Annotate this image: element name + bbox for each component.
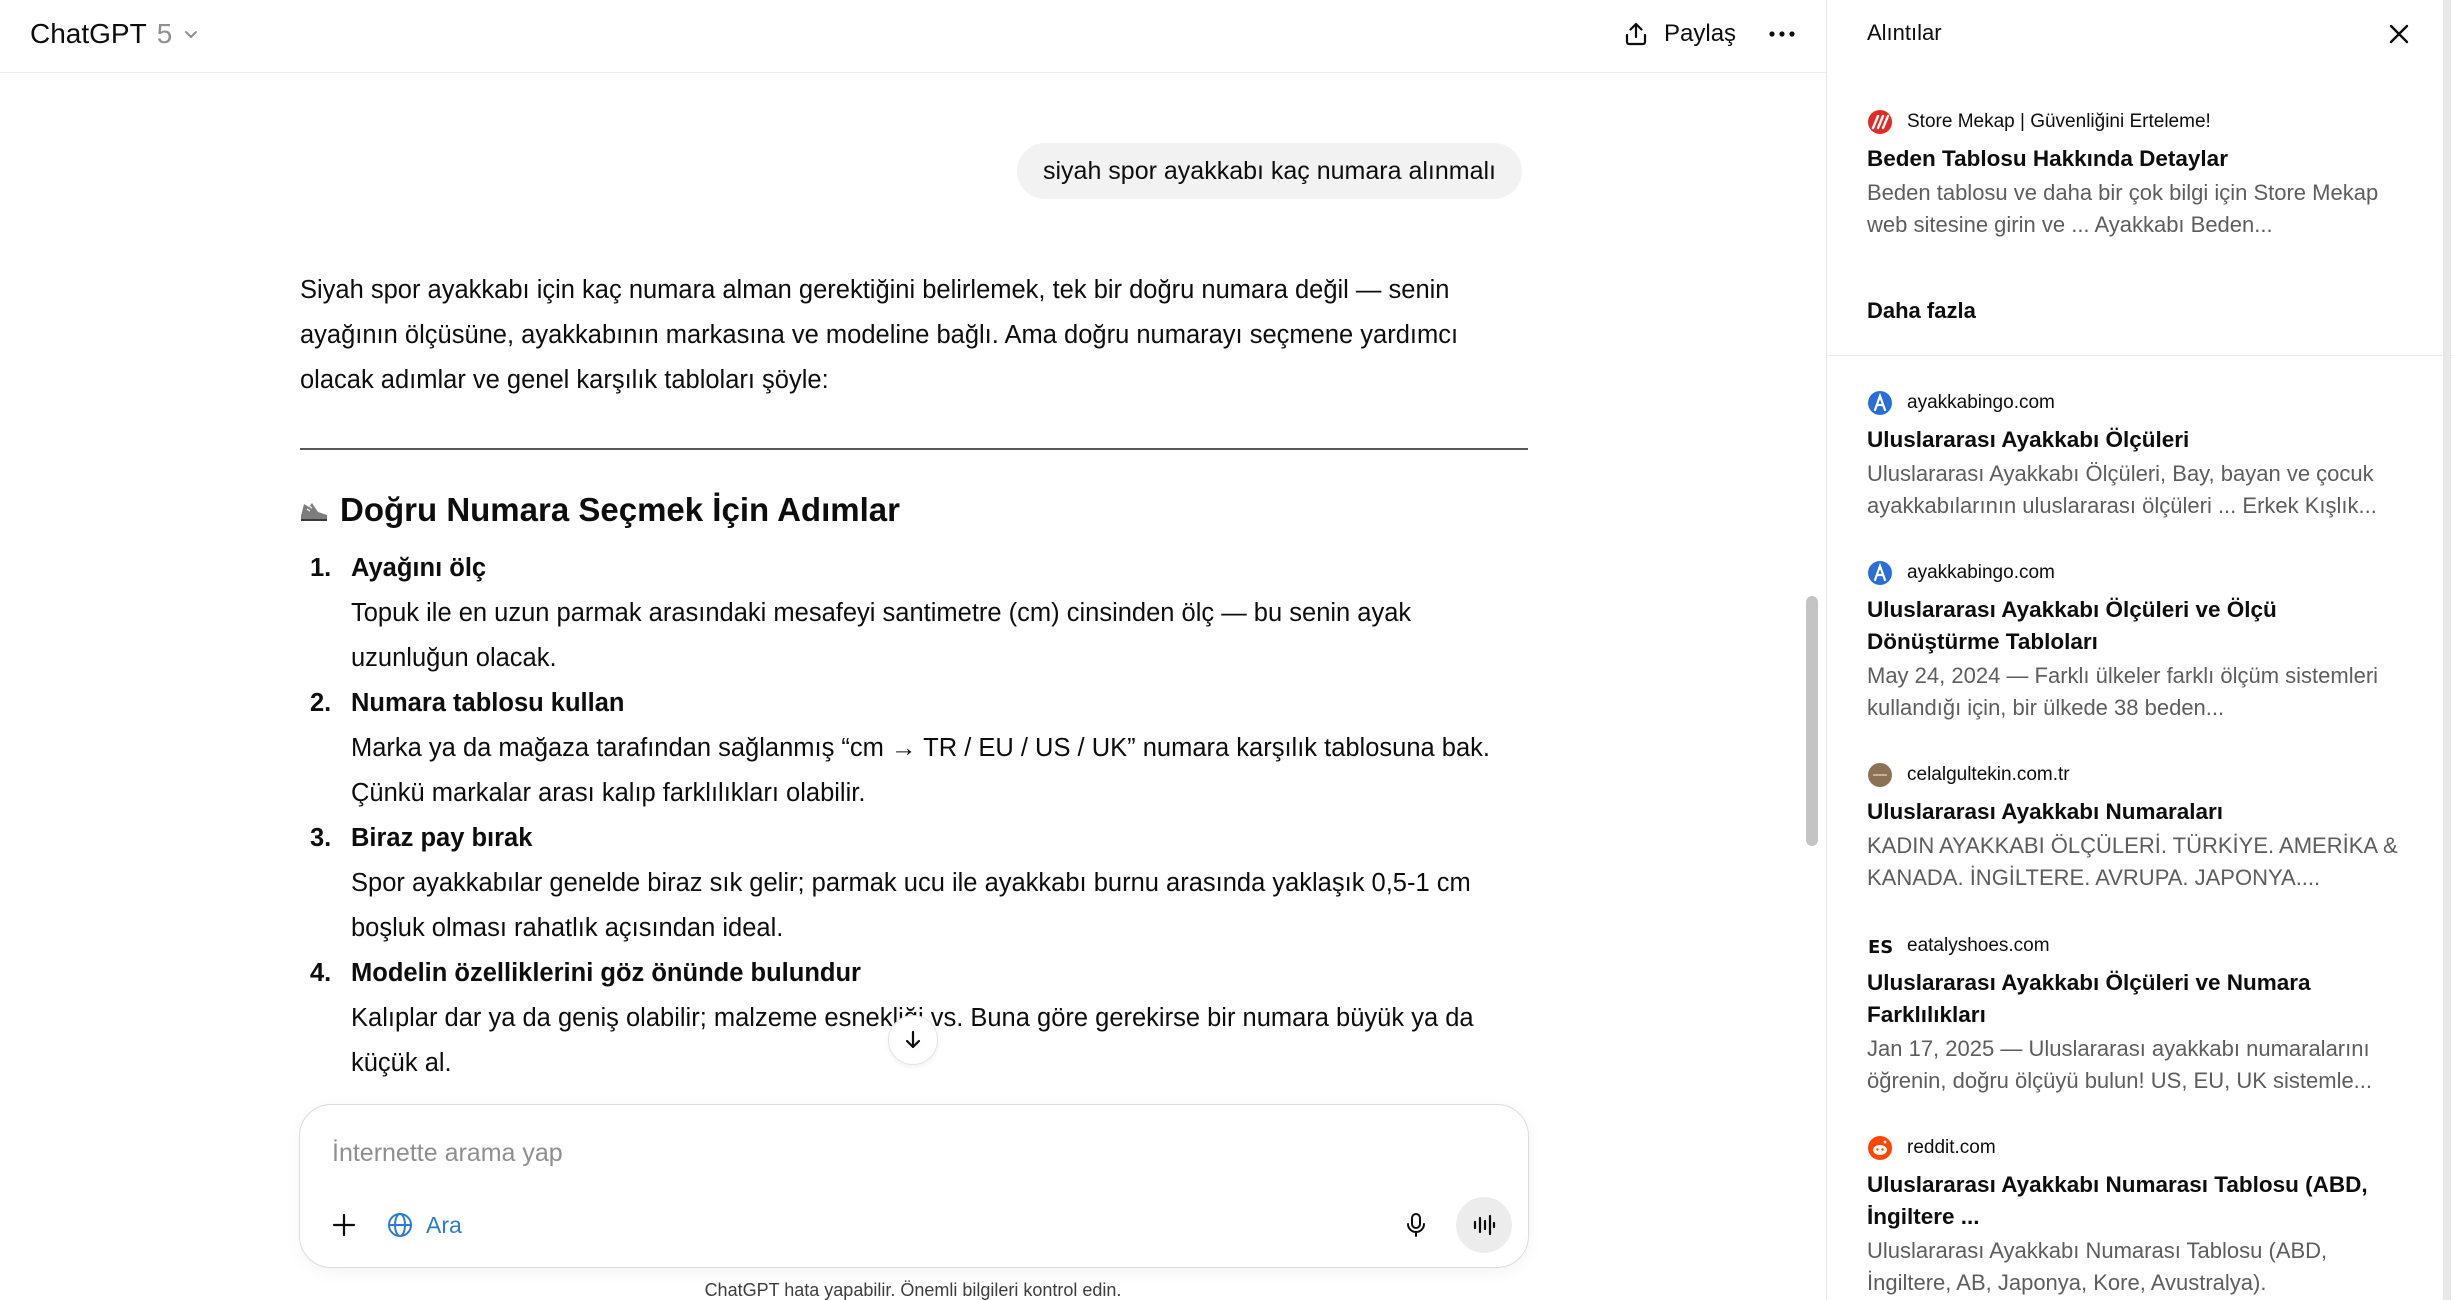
- scroll-to-bottom-button[interactable]: [888, 1015, 938, 1065]
- storemekap-favicon-icon: [1867, 109, 1893, 135]
- citation-title: Uluslararası Ayakkabı Numarası Tablosu (…: [1867, 1172, 2368, 1229]
- citation-card[interactable]: Store Mekap | Güvenliğini Erteleme! Bede…: [1867, 107, 2407, 241]
- citation-card[interactable]: celalgultekin.com.tr Uluslararası Ayakka…: [1867, 760, 2407, 894]
- step-number: 1.: [310, 554, 332, 582]
- citation-title: Uluslararası Ayakkabı Ölçüleri ve Ölçü D…: [1867, 597, 2277, 654]
- chevron-down-icon: [185, 31, 198, 38]
- disclaimer: ChatGPT hata yapabilir. Önemli bilgileri…: [704, 1280, 1122, 1300]
- svg-text:ES: ES: [1868, 937, 1893, 958]
- eatalyshoes-favicon-icon: ES: [1867, 933, 1893, 959]
- arrow-down-icon: [905, 1030, 921, 1049]
- share-icon: [1625, 22, 1647, 46]
- close-icon: [2389, 24, 2409, 44]
- step-text: Spor ayakkabılar genelde biraz sık gelir…: [351, 869, 1471, 942]
- share-button[interactable]: Paylaş: [1622, 14, 1736, 54]
- section-title: Doğru Numara Seçmek İçin Adımlar: [340, 491, 900, 528]
- citation-snippet: KADIN AYAKKABI ÖLÇÜLERİ. TÜRKİYE. AMERİK…: [1867, 833, 2398, 890]
- celalgultekin-favicon-icon: [1867, 762, 1893, 788]
- model-version: 5: [156, 18, 173, 49]
- voice-waveform-icon: [1473, 1214, 1496, 1236]
- step-title: Ayağını ölç: [351, 554, 487, 582]
- citation-source: ayakkabingo.com: [1907, 562, 2055, 583]
- voice-mode-button[interactable]: [1456, 1197, 1512, 1253]
- scrollbar[interactable]: [2443, 0, 2451, 1300]
- list-item: 2. Numara tablosu kullan Marka ya da mağ…: [300, 681, 1528, 816]
- citation-card[interactable]: ES eatalyshoes.com Uluslararası Ayakkabı…: [1867, 931, 2407, 1097]
- citation-title: Uluslararası Ayakkabı Ölçüleri ve Numara…: [1867, 970, 2311, 1027]
- share-label: Paylaş: [1664, 20, 1737, 47]
- citation-card[interactable]: ayakkabingo.com Uluslararası Ayakkabı Öl…: [1867, 558, 2407, 724]
- assistant-answer-intro: Siyah spor ayakkabı için kaç numara alma…: [300, 276, 1459, 394]
- close-panel-button[interactable]: [2379, 14, 2419, 54]
- citation-snippet: May 24, 2024 — Farklı ülkeler farklı ölç…: [1867, 663, 2379, 720]
- list-item: 3. Biraz pay bırak Spor ayakkabılar gene…: [300, 816, 1528, 951]
- add-attachment-button[interactable]: [322, 1203, 366, 1247]
- panel-title: Alıntılar: [1867, 20, 1942, 45]
- globe-icon: [388, 1213, 412, 1237]
- user-message: siyah spor ayakkabı kaç numara alınmalı: [1017, 143, 1522, 199]
- citation-snippet: Uluslararası Ayakkabı Ölçüleri, Bay, bay…: [1867, 461, 2377, 518]
- citation-title: Uluslararası Ayakkabı Numaraları: [1867, 799, 2224, 824]
- step-number: 3.: [310, 824, 332, 852]
- top-bar: ChatGPT 5 Paylaş: [0, 0, 1826, 73]
- ayakkabingo-favicon-icon: [1867, 390, 1893, 416]
- steps-list: 1. Ayağını ölç Topuk ile en uzun parmak …: [300, 546, 1528, 1086]
- citation-card[interactable]: ayakkabingo.com Uluslararası Ayakkabı Öl…: [1867, 388, 2407, 522]
- section-heading: Doğru Numara Seçmek İçin Adımlar: [298, 491, 900, 529]
- citation-title: Beden Tablosu Hakkında Detaylar: [1867, 146, 2228, 171]
- model-switcher[interactable]: ChatGPT 5: [30, 14, 200, 54]
- citation-source: celalgultekin.com.tr: [1907, 764, 2070, 785]
- citation-source: ayakkabingo.com: [1907, 392, 2055, 413]
- step-number: 4.: [310, 959, 332, 987]
- reddit-favicon-icon: [1867, 1135, 1893, 1161]
- dictate-button[interactable]: [1394, 1203, 1438, 1247]
- ayakkabingo-favicon-icon: [1867, 560, 1893, 586]
- step-text: Kalıplar dar ya da geniş olabilir; malze…: [351, 1004, 1474, 1077]
- scrollbar-thumb[interactable]: [1806, 596, 1818, 846]
- shoe-icon: [298, 494, 330, 526]
- citation-card[interactable]: reddit.com Uluslararası Ayakkabı Numaras…: [1867, 1133, 2407, 1299]
- step-number: 2.: [310, 689, 332, 717]
- more-options-button[interactable]: [1762, 14, 1802, 54]
- step-title: Biraz pay bırak: [351, 824, 533, 852]
- model-name: ChatGPT: [30, 18, 147, 49]
- citations-panel: Alıntılar Store Mekap | Güvenliğini Erte…: [1826, 0, 2454, 1300]
- more-heading: Daha fazla: [1867, 298, 1976, 323]
- step-text: Marka ya da mağaza tarafından sağlanmış …: [351, 734, 1490, 807]
- citation-snippet: Jan 17, 2025 — Uluslararası ayakkabı num…: [1867, 1036, 2373, 1093]
- citation-source: reddit.com: [1907, 1137, 1996, 1158]
- search-label: Ara: [426, 1211, 462, 1238]
- citation-title: Uluslararası Ayakkabı Ölçüleri: [1867, 427, 2190, 452]
- citation-source: eatalyshoes.com: [1907, 935, 2050, 956]
- step-title: Numara tablosu kullan: [351, 689, 625, 717]
- divider: [1827, 355, 2454, 356]
- citation-snippet: Beden tablosu ve daha bir çok bilgi için…: [1867, 180, 2379, 237]
- step-text: Topuk ile en uzun parmak arasındaki mesa…: [351, 599, 1412, 672]
- list-item: 1. Ayağını ölç Topuk ile en uzun parmak …: [300, 546, 1528, 681]
- message-composer: Ara: [299, 1104, 1529, 1268]
- step-title: Modelin özelliklerini göz önünde bulundu…: [351, 959, 861, 987]
- microphone-icon: [1407, 1213, 1425, 1237]
- search-input[interactable]: [332, 1131, 1432, 1175]
- citation-source: Store Mekap | Güvenliğini Erteleme!: [1907, 111, 2211, 132]
- web-search-toggle[interactable]: Ara: [386, 1203, 462, 1247]
- divider: [300, 448, 1528, 450]
- citation-snippet: Uluslararası Ayakkabı Numarası Tablosu (…: [1867, 1238, 2328, 1295]
- more-dots-icon: [1769, 31, 1795, 37]
- plus-icon: [332, 1213, 356, 1237]
- chat-main: ChatGPT 5 Paylaş siyah spor ayakkabı kaç…: [0, 0, 1826, 1300]
